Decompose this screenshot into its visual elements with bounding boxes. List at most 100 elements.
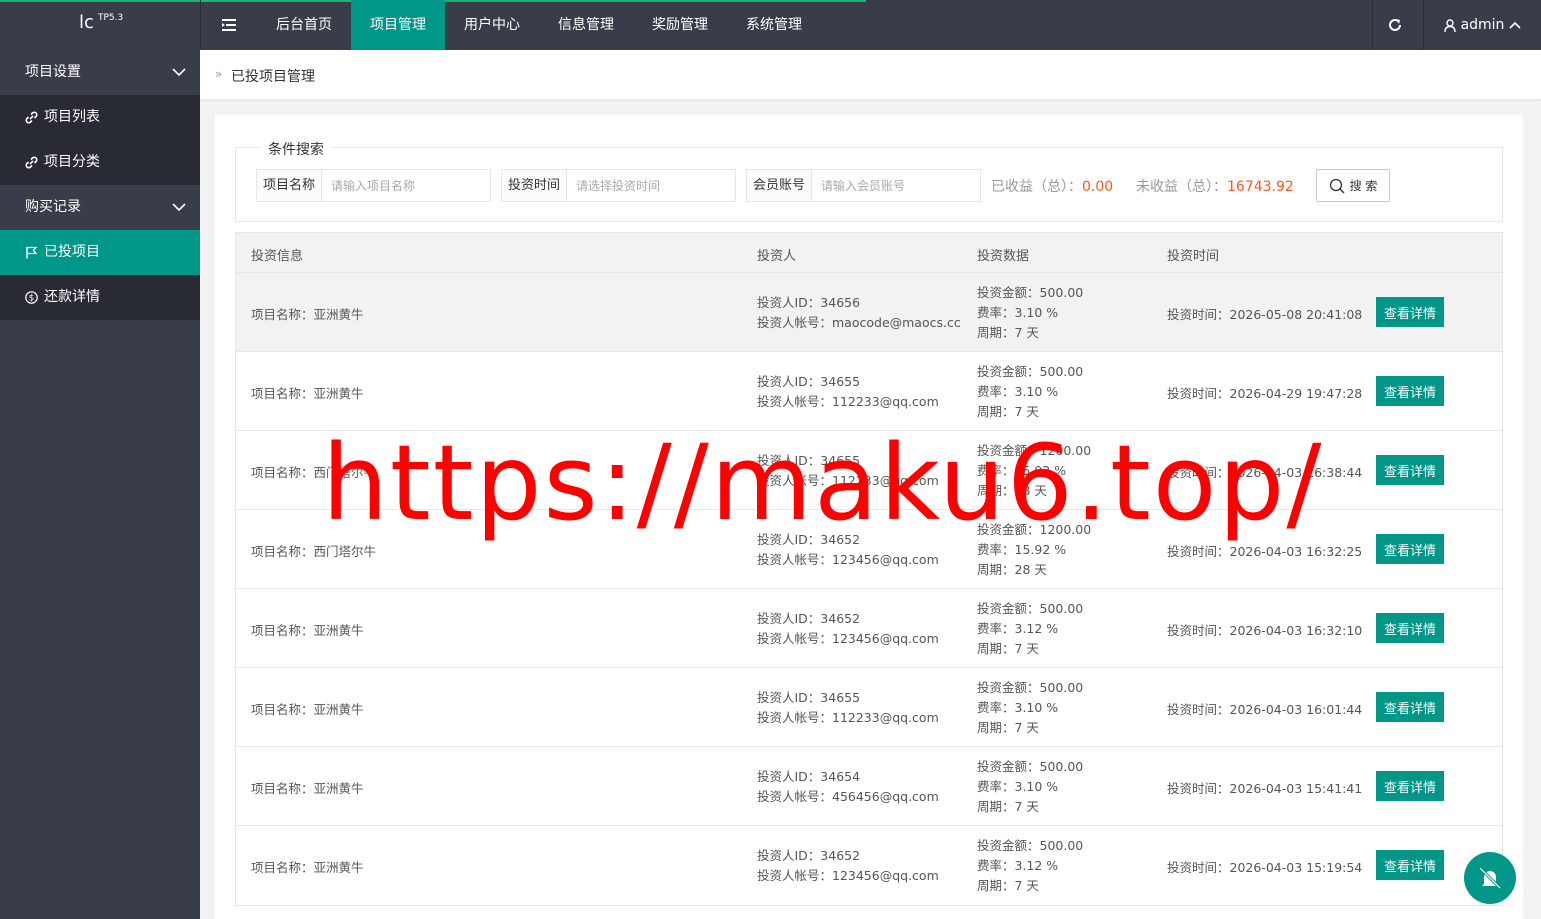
view-details-button[interactable]: 查看详情 [1376,534,1444,564]
content-card: 条件搜索 项目名称 投资时间 会员账号 已收益（总）：0.00 未收益（总）：1… [215,115,1523,919]
investor-cell: 投资人ID：34652 投资人帐号：123456@qq.com [757,609,939,649]
investor-cell: 投资人ID：34652 投资人帐号：123456@qq.com [757,846,939,886]
project-name-input[interactable] [322,170,490,201]
link-icon [25,156,38,169]
nav-item-projects[interactable]: 项目管理 [351,0,445,50]
project-name-cell: 项目名称：亚洲黄牛 [251,307,364,322]
view-details-button[interactable]: 查看详情 [1376,850,1444,880]
invest-amount: 投资金额：500.00 [977,285,1084,300]
unearned-label: 未收益（总）： [1136,179,1227,195]
nav-item-home[interactable]: 后台首页 [257,0,351,50]
sidebar-group-label: 购买记录 [25,199,81,215]
search-button[interactable]: 搜 索 [1316,169,1390,202]
investor-id: 投资人ID：34655 [757,374,861,389]
double-chevron-right-icon: » [215,67,223,81]
earned-label: 已收益（总）： [991,179,1082,195]
nav-item-info[interactable]: 信息管理 [539,0,633,50]
table-row: 项目名称：亚洲黄牛 投资人ID：34654 投资人帐号：456456@qq.com 投… [236,747,1502,826]
user-name: admin [1460,17,1505,33]
project-name-cell: 项目名称：亚洲黄牛 [251,860,364,875]
sidebar-toggle-button[interactable] [200,0,257,50]
invest-amount: 投资金额：500.00 [977,601,1084,616]
table-row: 项目名称：亚洲黄牛 投资人ID：34655 投资人帐号：112233@qq.com 投… [236,668,1502,747]
sidebar-group-project-settings[interactable]: 项目设置 [0,50,200,95]
project-name-label: 项目名称 [257,170,322,201]
invest-time-cell: 投资时间：2026-04-03 16:38:44 [1167,465,1363,480]
project-name-cell: 项目名称：西门塔尔牛 [251,465,377,480]
invest-time-cell: 投资时间：2026-04-03 16:01:44 [1167,702,1363,717]
search-panel: 条件搜索 项目名称 投资时间 会员账号 已收益（总）：0.00 未收益（总）：1… [235,139,1503,222]
investor-id: 投资人ID：34654 [757,769,861,784]
view-details-button[interactable]: 查看详情 [1376,376,1444,406]
invest-rate: 费率：3.10 % [977,779,1059,794]
logo-version: TP5.3 [98,13,124,23]
nav-item-users[interactable]: 用户中心 [445,0,539,50]
invest-data-cell: 投资金额：500.00 费率：3.12 % 周期：7 天 [977,599,1083,659]
top-bar: lc TP5.3 后台首页 项目管理 用户中心 信息管理 奖励管理 系统管理 a… [0,0,1541,50]
project-name-field: 项目名称 [256,169,491,202]
invest-period: 周期：7 天 [977,878,1039,893]
investor-id: 投资人ID：34652 [757,532,861,547]
investor-account: 投资人帐号：123456@qq.com [757,631,939,646]
view-details-button[interactable]: 查看详情 [1376,297,1444,327]
table-row: 项目名称：亚洲黄牛 投资人ID：34656 投资人帐号：maocode@maocs.… [236,273,1502,352]
investor-account: 投资人帐号：456456@qq.com [757,789,939,804]
view-details-button[interactable]: 查看详情 [1376,771,1444,801]
chevron-down-icon [172,203,186,212]
menu-indent-icon [221,19,236,31]
table-body: 项目名称：亚洲黄牛 投资人ID：34656 投资人帐号：maocode@maocs.… [236,273,1502,905]
member-account-field: 会员账号 [746,169,981,202]
sidebar-item-label: 还款详情 [44,289,100,305]
table-row: 项目名称：亚洲黄牛 投资人ID：34652 投资人帐号：123456@qq.com 投… [236,826,1502,905]
nav-item-rewards[interactable]: 奖励管理 [633,0,727,50]
invest-time-input[interactable] [567,170,735,201]
invest-rate: 费率：3.12 % [977,858,1059,873]
flag-icon [26,246,38,259]
sidebar-group-label: 项目设置 [25,64,81,80]
investment-table: 投资信息 投资人 投资数据 投资时间 项目名称：亚洲黄牛 投资人ID：34656 投… [235,232,1503,906]
table-row: 项目名称：西门塔尔牛 投资人ID：34655 投资人帐号：112233@qq.com… [236,431,1502,510]
member-account-input[interactable] [812,170,980,201]
view-details-button[interactable]: 查看详情 [1376,455,1444,485]
invest-data-cell: 投资金额：1200.00 费率：15.92 % 周期：28 天 [977,441,1091,501]
notification-float-button[interactable] [1464,852,1516,904]
invest-data-cell: 投资金额：500.00 费率：3.10 % 周期：7 天 [977,283,1083,343]
invest-time-cell: 投资时间：2026-05-08 20:41:08 [1167,307,1363,322]
top-nav: 后台首页 项目管理 用户中心 信息管理 奖励管理 系统管理 [257,0,821,50]
investor-account: 投资人帐号：123456@qq.com [757,868,939,883]
search-legend: 条件搜索 [260,139,332,159]
sidebar: 项目设置 项目列表 项目分类 购买记录 已投项目 $ 还款详情 [0,50,200,919]
invest-rate: 费率：3.10 % [977,305,1059,320]
unearned-value: 16743.92 [1227,179,1294,195]
sidebar-item-project-category[interactable]: 项目分类 [0,140,200,185]
invest-period: 周期：7 天 [977,404,1039,419]
view-details-button[interactable]: 查看详情 [1376,692,1444,722]
invest-time-label: 投资时间 [502,170,567,201]
invest-time-cell: 投资时间：2026-04-29 19:47:28 [1167,386,1363,401]
chevron-down-icon [172,68,186,77]
invest-rate: 费率：3.12 % [977,621,1059,636]
logo-text: lc [79,12,94,33]
sidebar-item-repayment-details[interactable]: $ 还款详情 [0,275,200,320]
nav-item-system[interactable]: 系统管理 [727,0,821,50]
dollar-icon: $ [25,291,38,304]
sidebar-item-label: 项目列表 [44,109,100,125]
refresh-button[interactable] [1372,0,1418,50]
sidebar-item-project-list[interactable]: 项目列表 [0,95,200,140]
user-menu[interactable]: admin [1424,0,1541,50]
investor-cell: 投资人ID：34656 投资人帐号：maocode@maocs.cc [757,293,961,333]
invest-time-cell: 投资时间：2026-04-03 16:32:10 [1167,623,1363,638]
breadcrumb-current: 已投项目管理 [231,69,315,85]
invest-amount: 投资金额：1200.00 [977,522,1092,537]
invest-data-cell: 投资金额：500.00 费率：3.12 % 周期：7 天 [977,836,1083,896]
view-details-button[interactable]: 查看详情 [1376,613,1444,643]
user-icon [1443,18,1456,32]
invest-rate: 费率：3.10 % [977,700,1059,715]
logo[interactable]: lc TP5.3 [0,0,200,50]
invest-time-cell: 投资时间：2026-04-03 15:19:54 [1167,860,1363,875]
investor-account: 投资人帐号：123456@qq.com [757,552,939,567]
sidebar-group-purchase-records[interactable]: 购买记录 [0,185,200,230]
search-button-label: 搜 索 [1349,179,1378,193]
sidebar-item-invested-projects[interactable]: 已投项目 [0,230,200,275]
investor-cell: 投资人ID：34654 投资人帐号：456456@qq.com [757,767,939,807]
